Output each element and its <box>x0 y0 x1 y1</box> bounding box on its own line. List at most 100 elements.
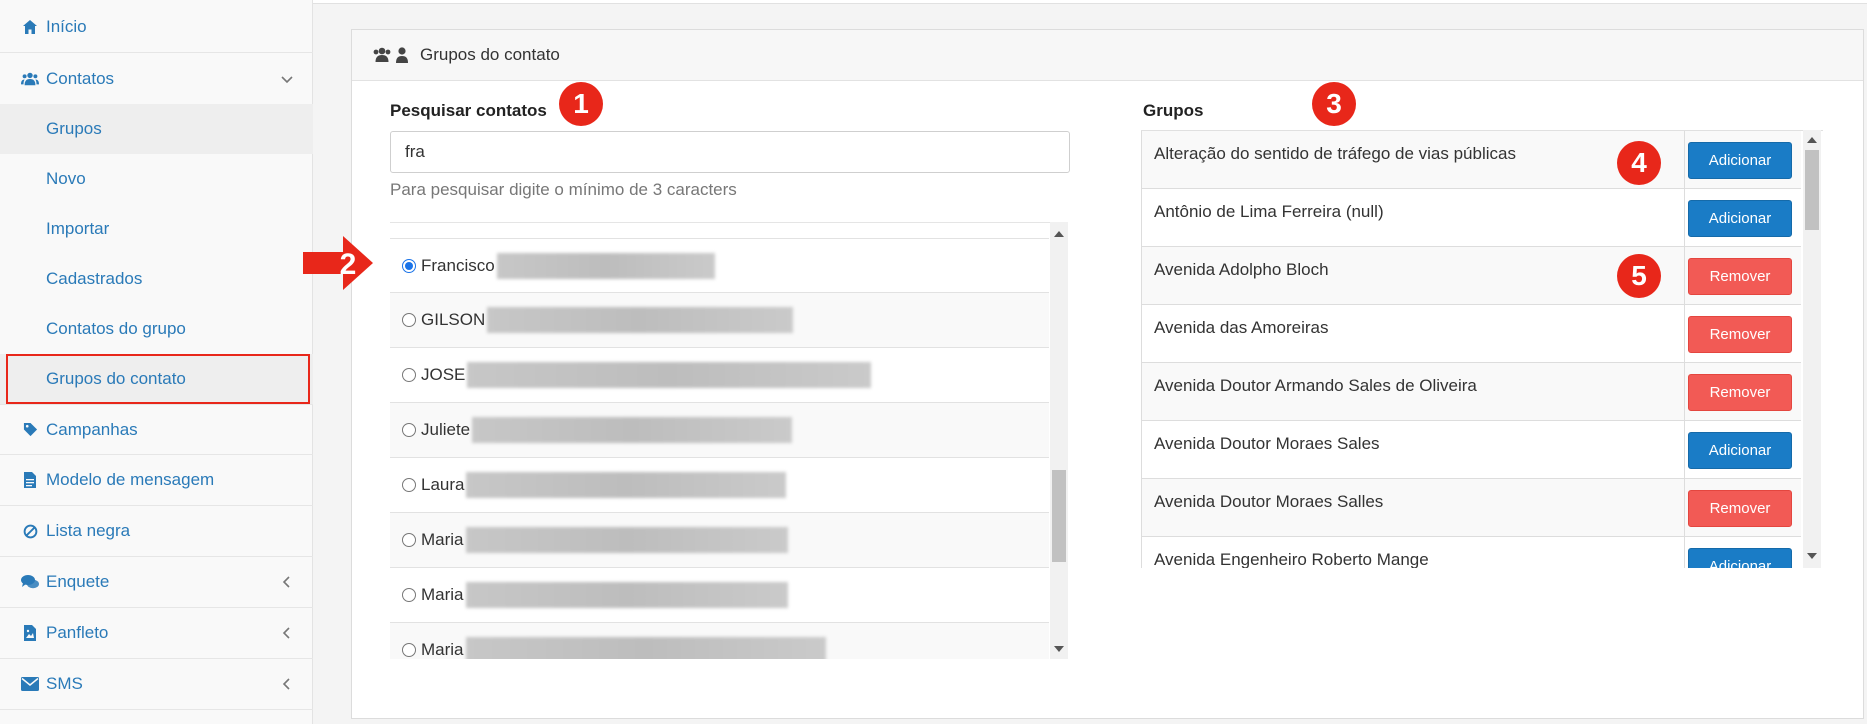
search-contacts-label: Pesquisar contatos <box>390 101 547 120</box>
sidebar-item-label: Início <box>46 17 87 36</box>
group-name: Antônio de Lima Ferreira (null) <box>1154 202 1384 221</box>
redacted-contact-details <box>465 582 788 608</box>
contact-name: Maria <box>421 585 464 604</box>
group-row: Antônio de Lima Ferreira (null) Adiciona… <box>1141 189 1801 247</box>
group-row: Avenida Doutor Moraes Sales Adicionar <box>1141 421 1801 479</box>
group-name: Avenida das Amoreiras <box>1154 318 1329 337</box>
group-row: Avenida Adolpho Bloch Remover <box>1141 247 1801 305</box>
chat-icon <box>21 573 39 591</box>
remove-group-button[interactable]: Remover <box>1688 490 1792 527</box>
contact-name: GILSON <box>421 310 486 329</box>
highlight-box <box>6 354 310 404</box>
contact-name: JOSE <box>421 365 466 384</box>
tag-icon <box>21 421 39 439</box>
group-name: Alteração do sentido de tráfego de vias … <box>1154 144 1516 163</box>
sidebar-item-enquete[interactable]: Enquete <box>0 557 313 608</box>
image-icon <box>21 624 39 642</box>
sidebar-item-modelo-de-mensagem[interactable]: Modelo de mensagem <box>0 455 313 506</box>
sidebar-subitem-label: Novo <box>46 169 86 188</box>
top-bar <box>313 0 1867 4</box>
sidebar-subitem-label: Importar <box>46 219 110 238</box>
add-group-button[interactable]: Adicionar <box>1688 200 1792 237</box>
sidebar-item-campanhas[interactable]: Campanhas <box>0 404 313 455</box>
contact-row[interactable]: JOSE <box>390 348 1049 403</box>
sidebar-subitem-cadastrados[interactable]: Cadastrados <box>0 254 313 304</box>
sidebar-item-contatos[interactable]: Contatos <box>0 53 313 104</box>
sidebar-item-inicio[interactable]: Início <box>0 2 313 53</box>
annotation-badge-3: 3 <box>1312 82 1356 126</box>
radio-button[interactable] <box>402 313 416 327</box>
users-icon <box>21 70 39 88</box>
group-row: Avenida Doutor Armando Sales de Oliveira… <box>1141 363 1801 421</box>
sidebar-subitem-importar[interactable]: Importar <box>0 204 313 254</box>
add-group-button[interactable]: Adicionar <box>1688 432 1792 469</box>
sidebar-item-label: Campanhas <box>46 419 138 439</box>
sidebar-item-label: Panfleto <box>46 623 109 642</box>
group-row: Alteração do sentido de tráfego de vias … <box>1141 131 1801 189</box>
add-group-button[interactable]: Adicionar <box>1688 548 1792 568</box>
redacted-contact-details <box>496 252 715 279</box>
contact-row[interactable]: GILSON <box>390 293 1049 348</box>
redacted-contact-details <box>487 307 794 333</box>
contact-row[interactable]: Laura <box>390 458 1049 513</box>
annotation-badge-4: 4 <box>1617 141 1661 185</box>
radio-button[interactable] <box>402 533 416 547</box>
scroll-up-arrow-icon[interactable] <box>1803 132 1821 148</box>
scroll-thumb[interactable] <box>1052 470 1066 562</box>
radio-button[interactable] <box>402 478 416 492</box>
redacted-contact-details <box>465 637 826 659</box>
ban-icon <box>21 522 39 540</box>
scroll-up-arrow-icon[interactable] <box>1050 226 1068 242</box>
annotation-arrow-badge-2: 2 <box>303 236 373 290</box>
scroll-down-arrow-icon[interactable] <box>1803 548 1821 564</box>
chevron-down-icon <box>281 75 293 83</box>
sidebar-item-panfleto[interactable]: Panfleto <box>0 608 313 659</box>
chevron-left-icon <box>282 678 290 690</box>
contacts-scrollbar[interactable] <box>1050 222 1068 659</box>
search-help-text: Para pesquisar digite o mínimo de 3 cara… <box>390 180 737 199</box>
sidebar-subitem-contatos-do-grupo[interactable]: Contatos do grupo <box>0 304 313 354</box>
redacted-contact-details <box>465 527 788 553</box>
remove-group-button[interactable]: Remover <box>1688 374 1792 411</box>
scroll-down-arrow-icon[interactable] <box>1050 641 1068 657</box>
radio-button[interactable] <box>402 258 416 273</box>
redacted-contact-details <box>466 472 787 498</box>
contact-row[interactable]: Maria <box>390 623 1049 659</box>
group-row: Avenida Doutor Moraes Salles Remover <box>1141 479 1801 537</box>
contact-row[interactable]: Francisco <box>390 238 1049 293</box>
contact-row[interactable]: Juliete <box>390 403 1049 458</box>
contact-row[interactable]: Maria <box>390 513 1049 568</box>
redacted-contact-details <box>472 417 793 443</box>
radio-button[interactable] <box>402 368 416 382</box>
document-icon <box>21 471 39 489</box>
radio-button[interactable] <box>402 588 416 602</box>
remove-group-button[interactable]: Remover <box>1688 258 1792 295</box>
sidebar-item-lista-negra[interactable]: Lista negra <box>0 506 313 557</box>
group-name: Avenida Doutor Armando Sales de Oliveira <box>1154 376 1477 395</box>
group-name: Avenida Doutor Moraes Salles <box>1154 492 1384 511</box>
groups-scrollbar[interactable] <box>1803 130 1821 568</box>
annotation-badge-1: 1 <box>559 82 603 126</box>
search-contacts-input[interactable] <box>390 131 1070 173</box>
sidebar-item-label: Lista negra <box>46 521 131 540</box>
contact-name: Laura <box>421 475 465 494</box>
radio-button[interactable] <box>402 423 416 437</box>
sidebar-subitem-novo[interactable]: Novo <box>0 154 313 204</box>
sidebar-subitem-grupos[interactable]: Grupos <box>0 104 313 154</box>
radio-button[interactable] <box>402 643 416 657</box>
remove-group-button[interactable]: Remover <box>1688 316 1792 353</box>
add-group-button[interactable]: Adicionar <box>1688 142 1792 179</box>
group-row: Avenida das Amoreiras Remover <box>1141 305 1801 363</box>
scroll-thumb[interactable] <box>1805 150 1819 230</box>
contact-row[interactable]: Maria <box>390 568 1049 623</box>
sidebar: Início Contatos Grupos Novo Importar Cad… <box>0 0 313 724</box>
sidebar-item-sms[interactable]: SMS <box>0 659 313 710</box>
redacted-contact-details <box>467 362 872 388</box>
sidebar-item-label: Enquete <box>46 572 110 591</box>
annotation-number-2: 2 <box>340 248 357 281</box>
contact-name: Juliete <box>421 420 471 439</box>
contact-name: Maria <box>421 530 464 549</box>
contact-name: Maria <box>421 640 464 659</box>
sidebar-subitem-label: Grupos <box>46 119 102 138</box>
sidebar-item-label: Modelo de mensagem <box>46 470 215 489</box>
